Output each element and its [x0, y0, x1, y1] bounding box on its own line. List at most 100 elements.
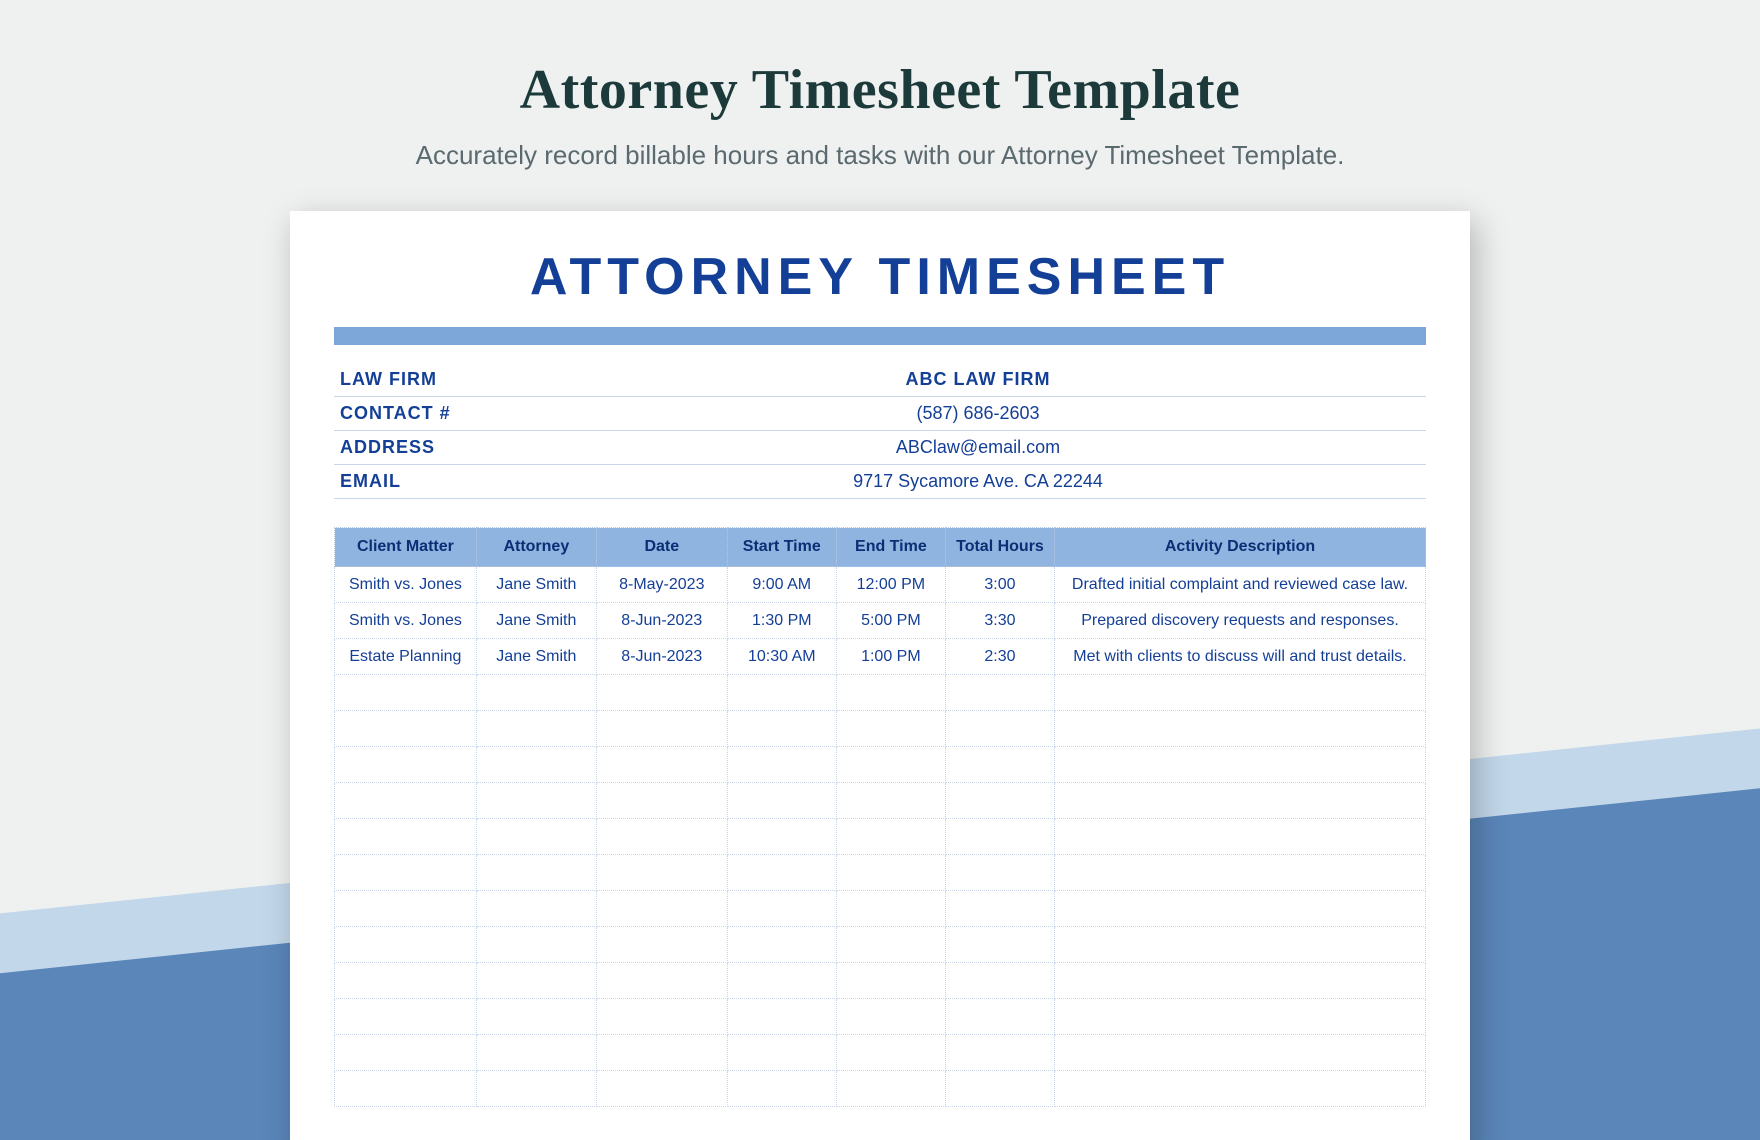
cell-empty [596, 711, 727, 747]
cell-empty [335, 855, 477, 891]
cell-empty [727, 927, 836, 963]
cell-client: Smith vs. Jones [335, 603, 477, 639]
cell-empty [335, 783, 477, 819]
col-header: Total Hours [945, 528, 1054, 567]
cell-end: 1:00 PM [836, 639, 945, 675]
cell-empty [836, 891, 945, 927]
cell-attorney: Jane Smith [476, 567, 596, 603]
page-subtitle: Accurately record billable hours and tas… [0, 140, 1760, 171]
cell-empty [836, 1035, 945, 1071]
cell-empty [727, 963, 836, 999]
cell-empty [945, 963, 1054, 999]
cell-client: Estate Planning [335, 639, 477, 675]
col-header: Date [596, 528, 727, 567]
cell-empty [727, 891, 836, 927]
cell-empty [335, 927, 477, 963]
cell-empty [727, 999, 836, 1035]
cell-empty [476, 1035, 596, 1071]
cell-empty [476, 999, 596, 1035]
table-row-empty [335, 1071, 1426, 1107]
cell-empty [476, 747, 596, 783]
cell-empty [945, 927, 1054, 963]
cell-empty [945, 1035, 1054, 1071]
cell-empty [1055, 1071, 1426, 1107]
cell-date: 8-Jun-2023 [596, 603, 727, 639]
table-row-empty [335, 675, 1426, 711]
accent-bar [334, 327, 1426, 345]
cell-empty [596, 1071, 727, 1107]
col-header: Start Time [727, 528, 836, 567]
cell-empty [1055, 963, 1426, 999]
cell-empty [476, 927, 596, 963]
cell-empty [335, 1071, 477, 1107]
cell-empty [476, 711, 596, 747]
cell-empty [476, 855, 596, 891]
cell-empty [727, 855, 836, 891]
table-row: Smith vs. JonesJane Smith8-May-20239:00 … [335, 567, 1426, 603]
cell-empty [1055, 855, 1426, 891]
cell-empty [1055, 1035, 1426, 1071]
cell-start: 1:30 PM [727, 603, 836, 639]
cell-empty [596, 819, 727, 855]
info-row: EMAIL9717 Sycamore Ave. CA 22244 [334, 465, 1426, 499]
cell-empty [335, 675, 477, 711]
info-row: CONTACT #(587) 686-2603 [334, 397, 1426, 431]
info-label: ADDRESS [340, 437, 530, 458]
cell-empty [727, 783, 836, 819]
cell-empty [476, 1071, 596, 1107]
cell-empty [836, 1071, 945, 1107]
cell-empty [836, 927, 945, 963]
info-value: ABC LAW FIRM [530, 369, 1426, 390]
cell-empty [335, 819, 477, 855]
cell-empty [836, 675, 945, 711]
cell-start: 9:00 AM [727, 567, 836, 603]
cell-empty [335, 999, 477, 1035]
table-row-empty [335, 747, 1426, 783]
cell-total: 2:30 [945, 639, 1054, 675]
col-header: Attorney [476, 528, 596, 567]
cell-empty [1055, 783, 1426, 819]
cell-empty [335, 963, 477, 999]
cell-empty [476, 891, 596, 927]
cell-empty [1055, 747, 1426, 783]
cell-empty [596, 999, 727, 1035]
cell-empty [945, 891, 1054, 927]
cell-empty [836, 819, 945, 855]
timesheet-grid-wrap: Client MatterAttorneyDateStart TimeEnd T… [334, 527, 1426, 1107]
cell-attorney: Jane Smith [476, 639, 596, 675]
col-header: Activity Description [1055, 528, 1426, 567]
table-row-empty [335, 927, 1426, 963]
cell-empty [1055, 891, 1426, 927]
cell-empty [727, 819, 836, 855]
info-value: ABClaw@email.com [530, 437, 1426, 458]
table-row-empty [335, 1035, 1426, 1071]
cell-total: 3:30 [945, 603, 1054, 639]
cell-empty [836, 855, 945, 891]
cell-empty [945, 711, 1054, 747]
table-row-empty [335, 963, 1426, 999]
info-value: 9717 Sycamore Ave. CA 22244 [530, 471, 1426, 492]
info-row: ADDRESSABClaw@email.com [334, 431, 1426, 465]
cell-end: 12:00 PM [836, 567, 945, 603]
cell-empty [596, 927, 727, 963]
cell-empty [596, 1035, 727, 1071]
cell-empty [836, 963, 945, 999]
cell-empty [335, 1035, 477, 1071]
cell-empty [727, 675, 836, 711]
cell-desc: Drafted initial complaint and reviewed c… [1055, 567, 1426, 603]
page-title: Attorney Timesheet Template [0, 0, 1760, 122]
info-row: LAW FIRMABC LAW FIRM [334, 363, 1426, 397]
table-row: Smith vs. JonesJane Smith8-Jun-20231:30 … [335, 603, 1426, 639]
cell-date: 8-May-2023 [596, 567, 727, 603]
table-header-row: Client MatterAttorneyDateStart TimeEnd T… [335, 528, 1426, 567]
firm-info-block: LAW FIRMABC LAW FIRMCONTACT #(587) 686-2… [334, 363, 1426, 499]
cell-date: 8-Jun-2023 [596, 639, 727, 675]
table-row-empty [335, 891, 1426, 927]
sheet-title: ATTORNEY TIMESHEET [334, 247, 1426, 307]
cell-attorney: Jane Smith [476, 603, 596, 639]
timesheet-table: Client MatterAttorneyDateStart TimeEnd T… [334, 527, 1426, 1107]
cell-empty [596, 747, 727, 783]
cell-end: 5:00 PM [836, 603, 945, 639]
info-label: LAW FIRM [340, 369, 530, 390]
cell-client: Smith vs. Jones [335, 567, 477, 603]
